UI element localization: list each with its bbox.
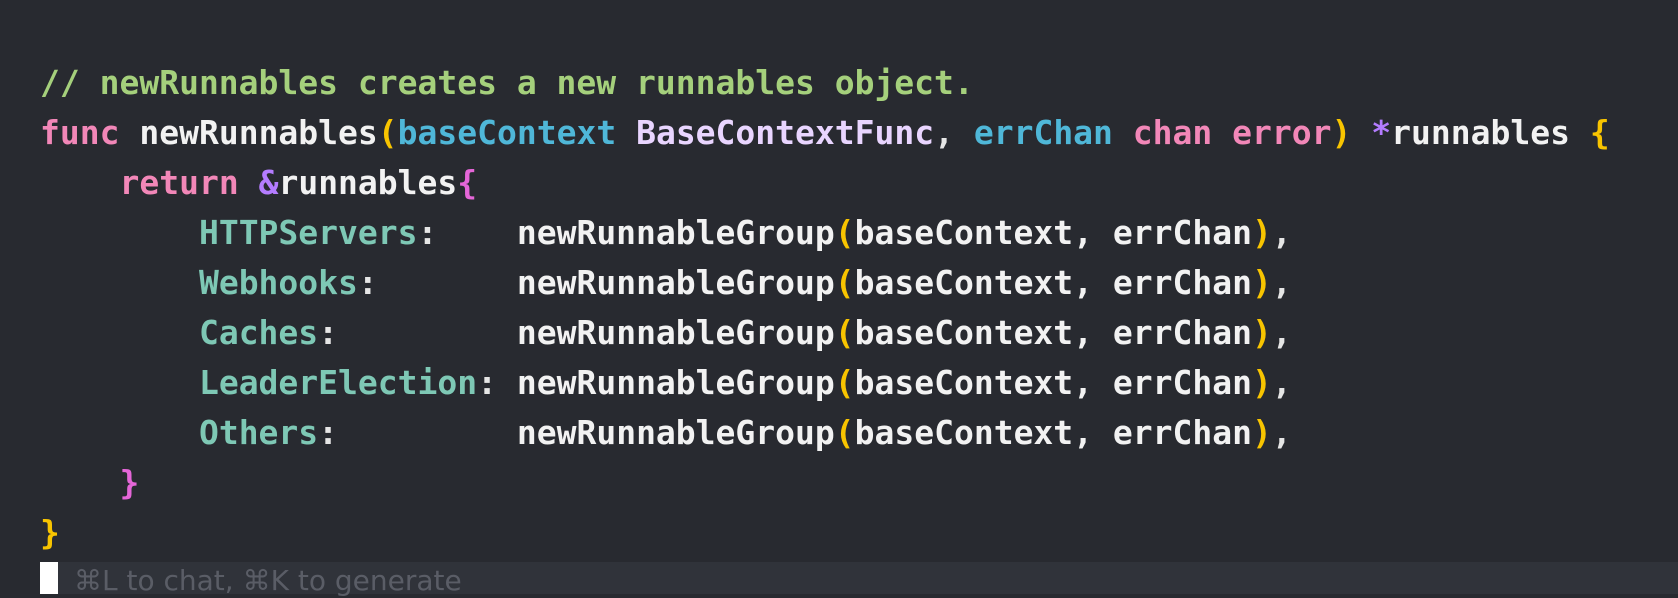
field-name: Others — [198, 413, 319, 452]
call-close-paren: ) — [1251, 363, 1272, 402]
call-args: baseContext, errChan — [854, 213, 1252, 252]
func-signature-line: func newRunnables(baseContext BaseContex… — [40, 108, 1610, 158]
param-basecontext: baseContext — [397, 113, 617, 152]
call-open-paren: ( — [834, 263, 855, 302]
field-name: HTTPServers — [198, 213, 418, 252]
keyword-func: func — [40, 113, 120, 152]
field-colon: : — [417, 213, 517, 252]
call-args: baseContext, errChan — [854, 363, 1252, 402]
struct-close-line: } — [40, 458, 139, 508]
call-open-paren: ( — [834, 213, 855, 252]
call-name: newRunnableGroup — [516, 213, 835, 252]
call-close-paren: ) — [1251, 313, 1272, 352]
field-name: LeaderElection — [198, 363, 478, 402]
field-line: Webhooks: newRunnableGroup(baseContext, … — [40, 258, 1292, 308]
field-comma: , — [1271, 313, 1292, 352]
call-args: baseContext, errChan — [854, 313, 1252, 352]
close-paren: ) — [1331, 113, 1352, 152]
call-name: newRunnableGroup — [516, 363, 835, 402]
field-colon: : — [357, 263, 517, 302]
field-comma: , — [1271, 413, 1292, 452]
address-operator: & — [258, 163, 279, 202]
param-errchan: errChan — [973, 113, 1113, 152]
return-type: runnables — [1391, 113, 1570, 152]
keyword-chan: chan — [1132, 113, 1213, 152]
struct-type: runnables — [278, 163, 458, 202]
call-close-paren: ) — [1251, 263, 1272, 302]
field-line: HTTPServers: newRunnableGroup(baseContex… — [40, 208, 1292, 258]
call-name: newRunnableGroup — [516, 413, 835, 452]
call-close-paren: ) — [1251, 413, 1272, 452]
func-close-line: } — [40, 508, 60, 558]
field-comma: , — [1271, 213, 1292, 252]
func-open-brace: { — [1589, 113, 1610, 152]
function-name: newRunnables — [139, 113, 378, 152]
open-paren: ( — [377, 113, 398, 152]
keyword-return: return — [119, 163, 239, 202]
inline-chat-bar[interactable]: ⌘L to chat, ⌘K to generate — [40, 562, 1678, 597]
field-name: Webhooks — [198, 263, 358, 302]
call-args: baseContext, errChan — [854, 263, 1252, 302]
field-colon: : — [318, 313, 517, 352]
code-editor[interactable]: // newRunnables creates a new runnables … — [0, 0, 1678, 597]
field-colon: : — [477, 363, 517, 402]
chat-hint-text: ⌘L to chat, ⌘K to generate — [74, 564, 462, 597]
call-name: newRunnableGroup — [516, 313, 835, 352]
struct-close-brace: } — [119, 463, 140, 502]
field-line: Others: newRunnableGroup(baseContext, er… — [40, 408, 1292, 458]
field-comma: , — [1271, 263, 1292, 302]
type-basecontextfunc: BaseContextFunc — [636, 113, 935, 152]
field-colon: : — [318, 413, 517, 452]
call-open-paren: ( — [834, 413, 855, 452]
call-open-paren: ( — [834, 313, 855, 352]
field-name: Caches — [198, 313, 319, 352]
field-line: LeaderElection: newRunnableGroup(baseCon… — [40, 358, 1292, 408]
call-name: newRunnableGroup — [516, 263, 835, 302]
field-line: Caches: newRunnableGroup(baseContext, er… — [40, 308, 1292, 358]
call-args: baseContext, errChan — [854, 413, 1252, 452]
keyword-error: error — [1232, 113, 1332, 152]
call-close-paren: ) — [1251, 213, 1272, 252]
return-line: return &runnables{ — [40, 158, 477, 208]
field-comma: , — [1271, 363, 1292, 402]
struct-open-brace: { — [457, 163, 478, 202]
call-open-paren: ( — [834, 363, 855, 402]
func-close-brace: } — [40, 513, 60, 552]
param-comma: , — [934, 113, 954, 152]
text-cursor — [40, 562, 58, 594]
pointer-star: * — [1371, 113, 1392, 152]
doc-comment: // newRunnables creates a new runnables … — [40, 63, 974, 102]
